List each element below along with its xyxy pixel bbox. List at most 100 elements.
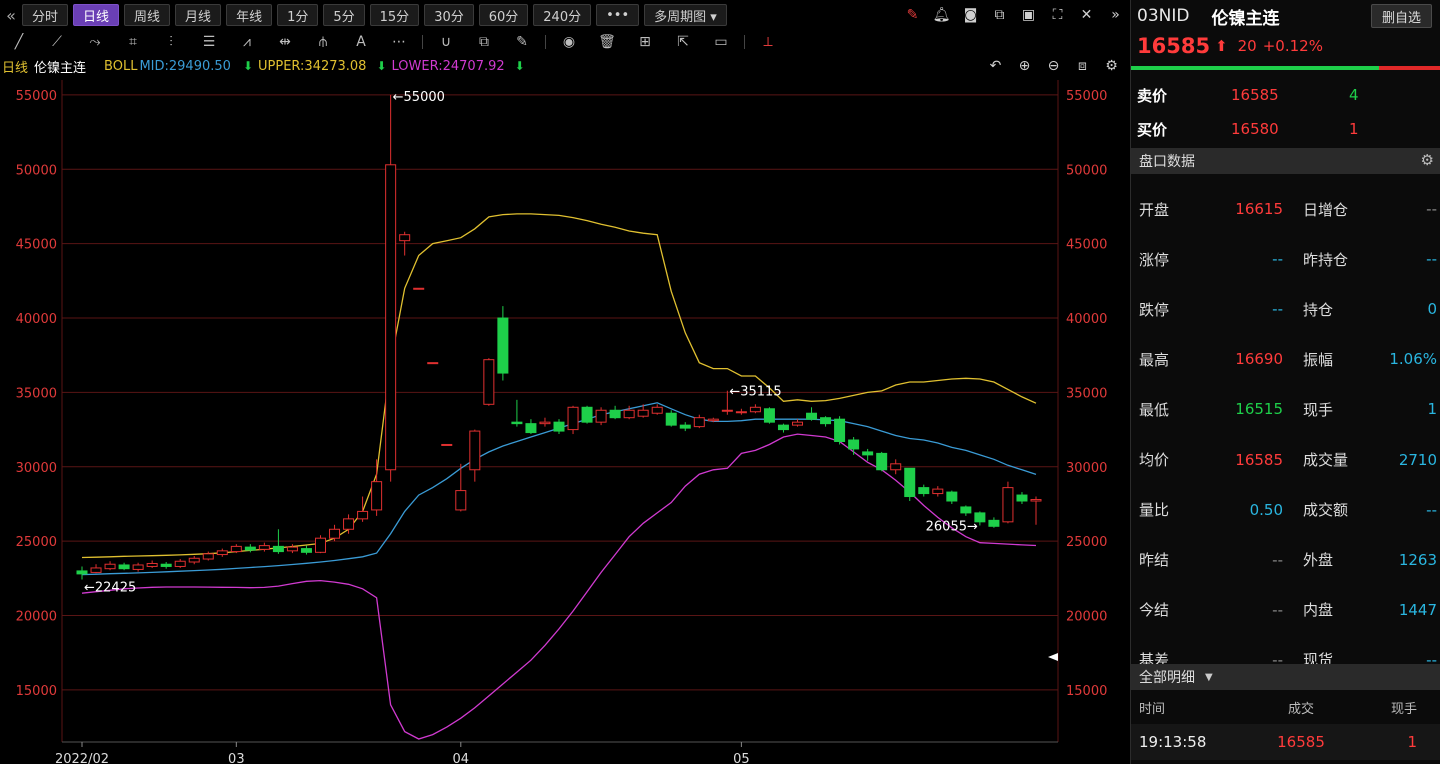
grid-icon[interactable]: ⊞: [626, 34, 664, 50]
fib-tool-icon[interactable]: ☰: [190, 34, 228, 50]
y-tick-label-left: 25000: [16, 535, 57, 550]
more-tools-icon[interactable]: ⋯: [380, 34, 418, 50]
edit-icon[interactable]: ✎: [503, 34, 541, 50]
polyline-tool-icon[interactable]: ⟋: [38, 34, 76, 50]
separator: [545, 35, 546, 49]
period-button[interactable]: 5分: [323, 4, 365, 26]
trash-icon[interactable]: 🗑︎: [588, 34, 626, 50]
indicator-mid-value: MID:29490.50: [139, 58, 231, 74]
close-icon[interactable]: ✕: [1072, 7, 1101, 23]
period-button[interactable]: 周线: [124, 4, 171, 26]
fullscreen-icon[interactable]: ⛶: [1043, 7, 1072, 23]
stat-label: 昨结: [1139, 551, 1170, 570]
period-button[interactable]: 1分: [277, 4, 319, 26]
x-tick-label: 04: [453, 752, 470, 764]
stat-label: 最高: [1139, 350, 1170, 369]
candle-body: [90, 567, 102, 573]
stat-label: 均价: [1139, 451, 1170, 470]
bid-price[interactable]: 16580: [1231, 120, 1349, 138]
candlestick-chart[interactable]: 55000 55000 50000 50000 45000 45000 40000 40000…: [0, 80, 1130, 764]
candle-body: [202, 553, 214, 560]
candle-body: [230, 545, 242, 553]
y-tick-label-right: 45000: [1066, 238, 1107, 253]
crop-tool-icon[interactable]: ⌗: [114, 34, 152, 50]
candle-body: [76, 570, 88, 575]
magnet-icon[interactable]: ∪: [427, 34, 465, 50]
share-icon[interactable]: ⇱: [664, 34, 702, 50]
stat-label: 量比: [1139, 501, 1170, 520]
detail-price: 16585: [1277, 733, 1325, 751]
ruler-icon[interactable]: ⟂: [749, 34, 787, 50]
pitchfork-tool-icon[interactable]: ⫛: [304, 34, 342, 50]
candle-body: [735, 411, 747, 414]
period-button[interactable]: 月线: [175, 4, 222, 26]
text-tool-icon[interactable]: A: [342, 34, 380, 50]
buy-sell-ratio-bar: [1131, 66, 1440, 70]
separator: [422, 35, 423, 49]
drawing-toolbar: ╱ ⟋ ⤳ ⌗ ⫶ ☰ ⩘ ⇹ ⫛ A ⋯ ∪ ⧉ ✎ ◉ 🗑︎ ⊞ ⇱ ▭ ⟂: [0, 30, 1130, 54]
stat-value: 0: [1427, 300, 1437, 319]
settings-icon[interactable]: ⚙: [1097, 58, 1126, 74]
price-change: 20: [1237, 37, 1257, 55]
price-change-percent: +0.12%: [1262, 37, 1323, 55]
settings-icon[interactable]: ⚙: [1421, 151, 1434, 169]
detail-header[interactable]: 全部明细 ▼: [1131, 664, 1440, 690]
stat-label: 日增仓: [1303, 200, 1349, 219]
chart-screen-icon[interactable]: ▣: [1014, 7, 1043, 23]
collapse-right-icon[interactable]: »: [1101, 7, 1130, 23]
ask-price[interactable]: 16585: [1231, 86, 1349, 104]
comment-icon[interactable]: ▭: [702, 34, 740, 50]
stat-value: --: [1272, 250, 1283, 269]
period-button[interactable]: 240分: [533, 4, 592, 26]
candle-body: [300, 548, 312, 553]
zoom-out-icon[interactable]: ⊖: [1039, 58, 1068, 74]
boll-lower-line: [81, 433, 1037, 740]
period-button[interactable]: 60分: [478, 4, 529, 26]
range-tool-icon[interactable]: ⇹: [266, 34, 304, 50]
indicator-boll-label[interactable]: BOLL: [104, 59, 137, 74]
candle-body: [441, 443, 453, 446]
alert-bell-icon[interactable]: 🔔︎: [927, 7, 956, 23]
period-button[interactable]: 15分: [369, 4, 420, 26]
period-toolbar: « 分时 日线 周线 月线 年线 1分 5分 15分 30分 60分 240分 ••• 多周期图 ▾ ✎…: [0, 0, 1130, 30]
y-tick-label-left: 15000: [16, 684, 57, 699]
candle-body: [862, 451, 874, 456]
eye-icon[interactable]: ◉: [550, 34, 588, 50]
instrument-code: 03NID: [1137, 6, 1190, 26]
camera-icon[interactable]: ◙: [956, 7, 985, 23]
zoom-in-icon[interactable]: ⊕: [1010, 58, 1039, 74]
stat-row: 昨结 -- 外盘 1263: [1131, 535, 1440, 585]
line-tool-icon[interactable]: ╱: [0, 34, 38, 50]
candle-body: [511, 421, 523, 425]
undo-icon[interactable]: ↶: [981, 58, 1010, 74]
candle-body: [104, 563, 116, 570]
candle-body: [848, 439, 860, 450]
delete-watchlist-button[interactable]: 删自选: [1370, 4, 1432, 28]
candle-body: [399, 234, 411, 242]
fan-tool-icon[interactable]: ⩘: [228, 34, 266, 50]
candle-body: [315, 537, 326, 553]
layers-icon[interactable]: ⧉: [465, 34, 503, 50]
candle-body: [637, 409, 649, 417]
period-button[interactable]: 30分: [424, 4, 474, 26]
period-button[interactable]: 分时: [22, 4, 69, 26]
instrument-name: 伦镍主连: [1211, 8, 1280, 29]
chart-type-icon[interactable]: ⧈: [1068, 58, 1097, 74]
period-button[interactable]: 日线: [73, 4, 120, 26]
copy-window-icon[interactable]: ⧉: [985, 7, 1014, 23]
detail-col-time: 时间: [1139, 701, 1166, 717]
annotation-peak: ←35115: [729, 385, 781, 400]
candle-body: [792, 421, 803, 426]
dropdown-caret-icon[interactable]: ▼: [1205, 672, 1213, 683]
stat-label: 今结: [1139, 601, 1170, 620]
candle-body: [679, 424, 691, 429]
collapse-left-icon[interactable]: «: [0, 6, 22, 25]
stat-label: 成交量: [1303, 451, 1349, 470]
period-button[interactable]: 年线: [226, 4, 273, 26]
draw-pen-icon[interactable]: ✎: [898, 7, 927, 23]
path-tool-icon[interactable]: ⤳: [76, 34, 114, 50]
period-button[interactable]: •••: [596, 4, 640, 26]
stat-value: --: [1272, 550, 1283, 569]
period-button[interactable]: 多周期图 ▾: [644, 4, 727, 26]
channel-tool-icon[interactable]: ⫶: [152, 34, 190, 50]
